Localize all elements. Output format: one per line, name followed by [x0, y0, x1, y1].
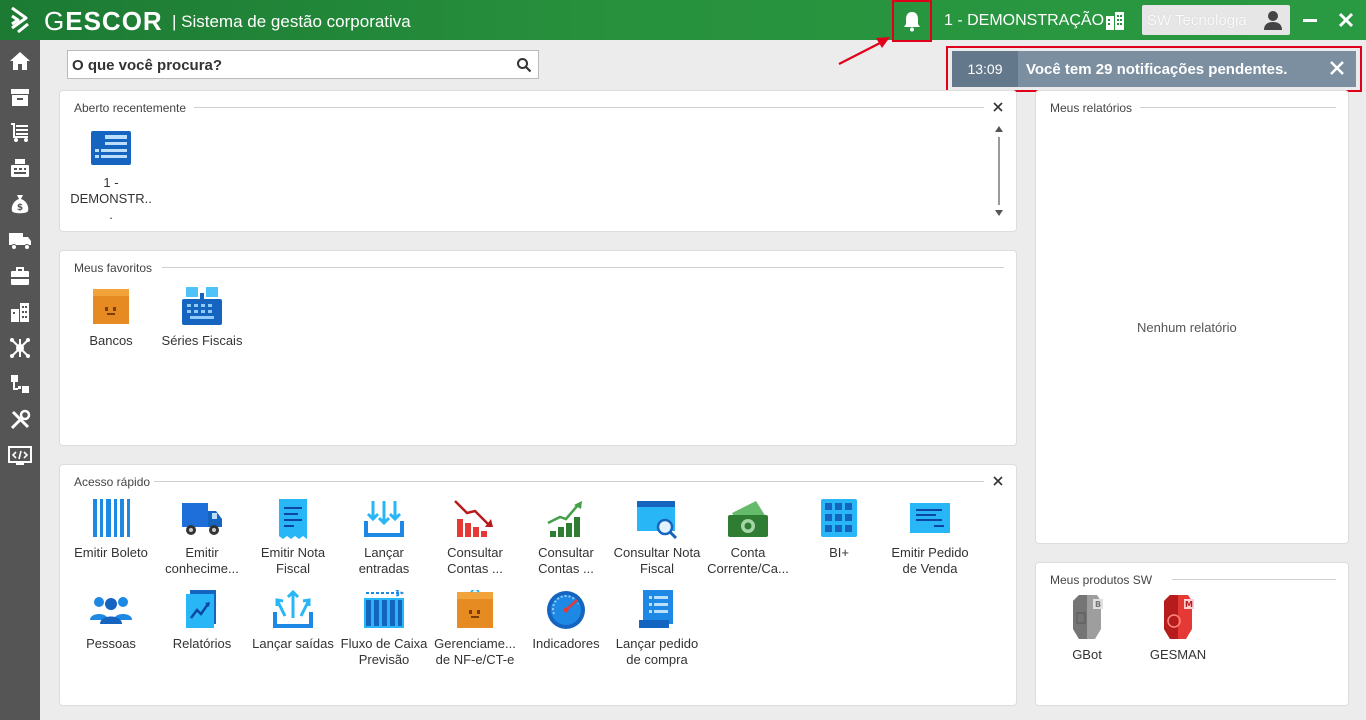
products-panel: Meus produtos SW B GBot M GESMAN — [1035, 562, 1349, 706]
money-bag-icon[interactable]: $ — [8, 192, 32, 216]
recent-panel: Aberto recentemente 1 - DEMONSTR... — [59, 90, 1017, 232]
favorite-item[interactable]: Bancos — [66, 287, 156, 349]
scrollbar[interactable] — [998, 137, 1000, 205]
notification-toast[interactable]: 13:09 Você tem 29 notificações pendentes… — [952, 51, 1356, 87]
people-icon — [90, 597, 132, 624]
favorites-title: Meus favoritos — [74, 261, 153, 275]
minimize-icon[interactable] — [1300, 11, 1320, 29]
scroll-down-icon[interactable] — [994, 209, 1004, 217]
svg-text:B: B — [1095, 600, 1101, 609]
quick-item[interactable]: Emitir Nota Fiscal — [248, 499, 338, 577]
code-monitor-icon[interactable] — [8, 444, 32, 468]
close-icon[interactable] — [1336, 9, 1356, 31]
company-card-icon — [91, 131, 131, 165]
svg-text:M: M — [1185, 600, 1193, 609]
search-input[interactable] — [72, 55, 502, 75]
inbox-in-icon — [364, 501, 404, 537]
quick-item[interactable]: Pessoas — [66, 590, 156, 652]
purchase-icon — [639, 590, 673, 628]
quick-access-panel: Acesso rápido Emitir Boleto Emitir conhe… — [59, 464, 1017, 706]
tools-icon[interactable] — [8, 408, 32, 432]
bell-icon — [904, 12, 920, 32]
grid-icon — [821, 499, 857, 537]
product-item[interactable]: M GESMAN — [1133, 593, 1223, 663]
order-icon — [910, 503, 950, 533]
barcode-icon — [93, 499, 130, 537]
quick-item[interactable]: Lançar saídas — [248, 590, 338, 652]
gauge-icon — [547, 591, 585, 629]
top-bar: GESCOR | Sistema de gestão corporativa 1… — [0, 0, 1366, 42]
quick-title: Acesso rápido — [74, 475, 151, 489]
truck-icon[interactable] — [8, 228, 32, 252]
reports-empty-text: Nenhum relatório — [1137, 320, 1237, 335]
quick-item[interactable]: Consultar Contas ... — [521, 499, 611, 577]
buildings-side-icon[interactable] — [8, 300, 32, 324]
cashflow-icon — [364, 590, 405, 628]
quick-item[interactable]: Gerenciame... de NF-e/CT-e — [430, 590, 520, 668]
quick-item[interactable]: Emitir Boleto — [66, 499, 156, 561]
chart-up-icon — [547, 501, 582, 537]
report-icon — [186, 590, 216, 628]
gesman-icon: M — [1164, 595, 1194, 639]
notification-time: 13:09 — [952, 51, 1018, 87]
close-panel-icon[interactable] — [993, 476, 1003, 486]
notification-text: Você tem 29 notificações pendentes. — [1026, 61, 1288, 78]
register-machine-icon — [182, 287, 222, 325]
app-subtitle: | Sistema de gestão corporativa — [172, 12, 411, 31]
quick-item[interactable]: Emitir Pedido de Venda — [885, 499, 975, 577]
brand-name: GESCOR — [44, 6, 163, 36]
notifications-button[interactable] — [892, 0, 932, 42]
logo-icon — [11, 6, 29, 34]
quick-item[interactable]: BI+ — [794, 499, 884, 561]
favorites-panel: Meus favoritos Bancos Séries Fiscais — [59, 250, 1017, 446]
notification-highlight: 13:09 Você tem 29 notificações pendentes… — [946, 46, 1362, 92]
products-title: Meus produtos SW — [1050, 573, 1153, 587]
product-item[interactable]: B GBot — [1042, 593, 1132, 663]
truck-icon — [182, 503, 222, 535]
flow-icon[interactable] — [8, 372, 32, 396]
quick-item[interactable]: Conta Corrente/Ca... — [703, 499, 793, 577]
recent-item[interactable]: 1 - DEMONSTR... — [66, 129, 156, 223]
archive-icon[interactable] — [8, 85, 32, 109]
inbox-out-icon — [273, 590, 313, 628]
quick-item[interactable]: Consultar Contas ... — [430, 499, 520, 577]
company-selector[interactable]: 1 - DEMONSTRAÇÃO — [944, 12, 1104, 30]
scroll-up-icon[interactable] — [994, 125, 1004, 133]
cash-icon — [728, 501, 768, 537]
network-icon[interactable] — [8, 336, 32, 360]
register-icon[interactable] — [8, 156, 32, 180]
search-icon[interactable] — [516, 57, 532, 73]
chart-down-icon — [454, 500, 493, 537]
quick-item[interactable]: Indicadores — [521, 590, 611, 652]
quick-item[interactable]: Emitir conhecime... — [157, 499, 247, 577]
quick-item[interactable]: Lançar entradas — [339, 499, 429, 577]
safe-icon — [93, 289, 129, 324]
annotation-arrow — [838, 37, 890, 65]
quick-item[interactable]: Relatórios — [157, 590, 247, 652]
reports-panel: Meus relatórios Nenhum relatório — [1035, 90, 1349, 544]
quick-item[interactable]: Fluxo de Caixa Previsão — [339, 590, 429, 668]
svg-text:$: $ — [17, 203, 23, 213]
close-panel-icon[interactable] — [993, 102, 1003, 112]
user-icon — [1264, 11, 1282, 30]
quick-item[interactable]: Consultar Nota Fiscal — [612, 499, 702, 577]
cart-list-icon[interactable] — [8, 120, 32, 144]
briefcase-icon[interactable] — [8, 264, 32, 288]
user-menu[interactable]: SW Tecnologia — [1142, 5, 1290, 35]
reports-title: Meus relatórios — [1050, 101, 1133, 115]
user-name: SW Tecnologia — [1147, 12, 1247, 29]
sidebar: $ — [0, 40, 40, 720]
close-icon[interactable] — [1328, 59, 1346, 77]
buildings-icon[interactable] — [1104, 10, 1126, 30]
home-icon[interactable] — [8, 49, 32, 73]
recent-title: Aberto recentemente — [74, 101, 187, 115]
search-box[interactable] — [67, 50, 539, 79]
quick-item[interactable]: Lançar pedido de compra — [612, 590, 702, 668]
box-icon — [457, 590, 493, 628]
favorite-item[interactable]: Séries Fiscais — [157, 287, 247, 349]
receipt-icon — [279, 499, 307, 539]
gbot-icon: B — [1073, 595, 1103, 639]
search-doc-icon — [637, 501, 678, 539]
